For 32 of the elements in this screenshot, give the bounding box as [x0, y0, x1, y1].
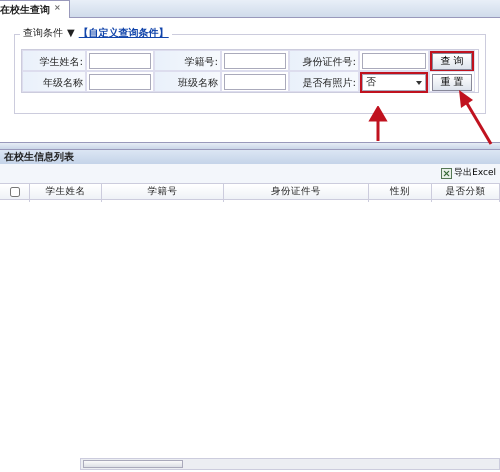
export-excel-button[interactable]: 导出Excel — [441, 166, 496, 180]
tab[interactable]: 在校生查询 × — [0, 0, 70, 18]
custom-query-link[interactable]: 【自定义查询条件】 — [78, 27, 169, 41]
spreadsheet-icon — [441, 168, 452, 179]
input-field[interactable] — [224, 74, 286, 90]
input-field[interactable] — [362, 53, 426, 69]
horizontal-scrollbar[interactable] — [80, 458, 500, 470]
field-label: 是否有照片: — [289, 71, 359, 92]
column-header[interactable]: 学籍号 — [102, 184, 224, 202]
toggle-icon[interactable]: ▼ — [67, 27, 75, 41]
checkbox[interactable] — [10, 187, 20, 197]
column-header[interactable]: 学生姓名 — [30, 184, 102, 202]
query-title: 查询条件 — [23, 27, 63, 41]
close-icon[interactable]: × — [54, 2, 61, 14]
input-field[interactable] — [89, 53, 151, 69]
dropdown-arrow-icon[interactable] — [416, 80, 422, 84]
column-header[interactable]: 是否分類 — [432, 184, 500, 202]
query-button[interactable]: 重 置 — [432, 74, 472, 91]
dropdown-field[interactable]: 否 — [362, 74, 426, 91]
input-field[interactable] — [89, 74, 151, 90]
splitter[interactable] — [0, 142, 500, 150]
field-label: 身份证件号: — [289, 50, 359, 71]
input-field[interactable] — [224, 53, 286, 69]
field-label: 班级名称 — [154, 71, 221, 92]
column-header[interactable]: 性别 — [369, 184, 432, 202]
annotation-arrow — [367, 106, 389, 142]
list-title: 在校生信息列表 — [0, 150, 500, 164]
field-label: 学籍号: — [154, 50, 221, 71]
column-header[interactable]: 身份证件号 — [224, 184, 369, 202]
query-button[interactable]: 查 询 — [432, 53, 472, 70]
field-label: 学生姓名: — [22, 50, 86, 71]
field-label: 年级名称 — [22, 71, 86, 92]
